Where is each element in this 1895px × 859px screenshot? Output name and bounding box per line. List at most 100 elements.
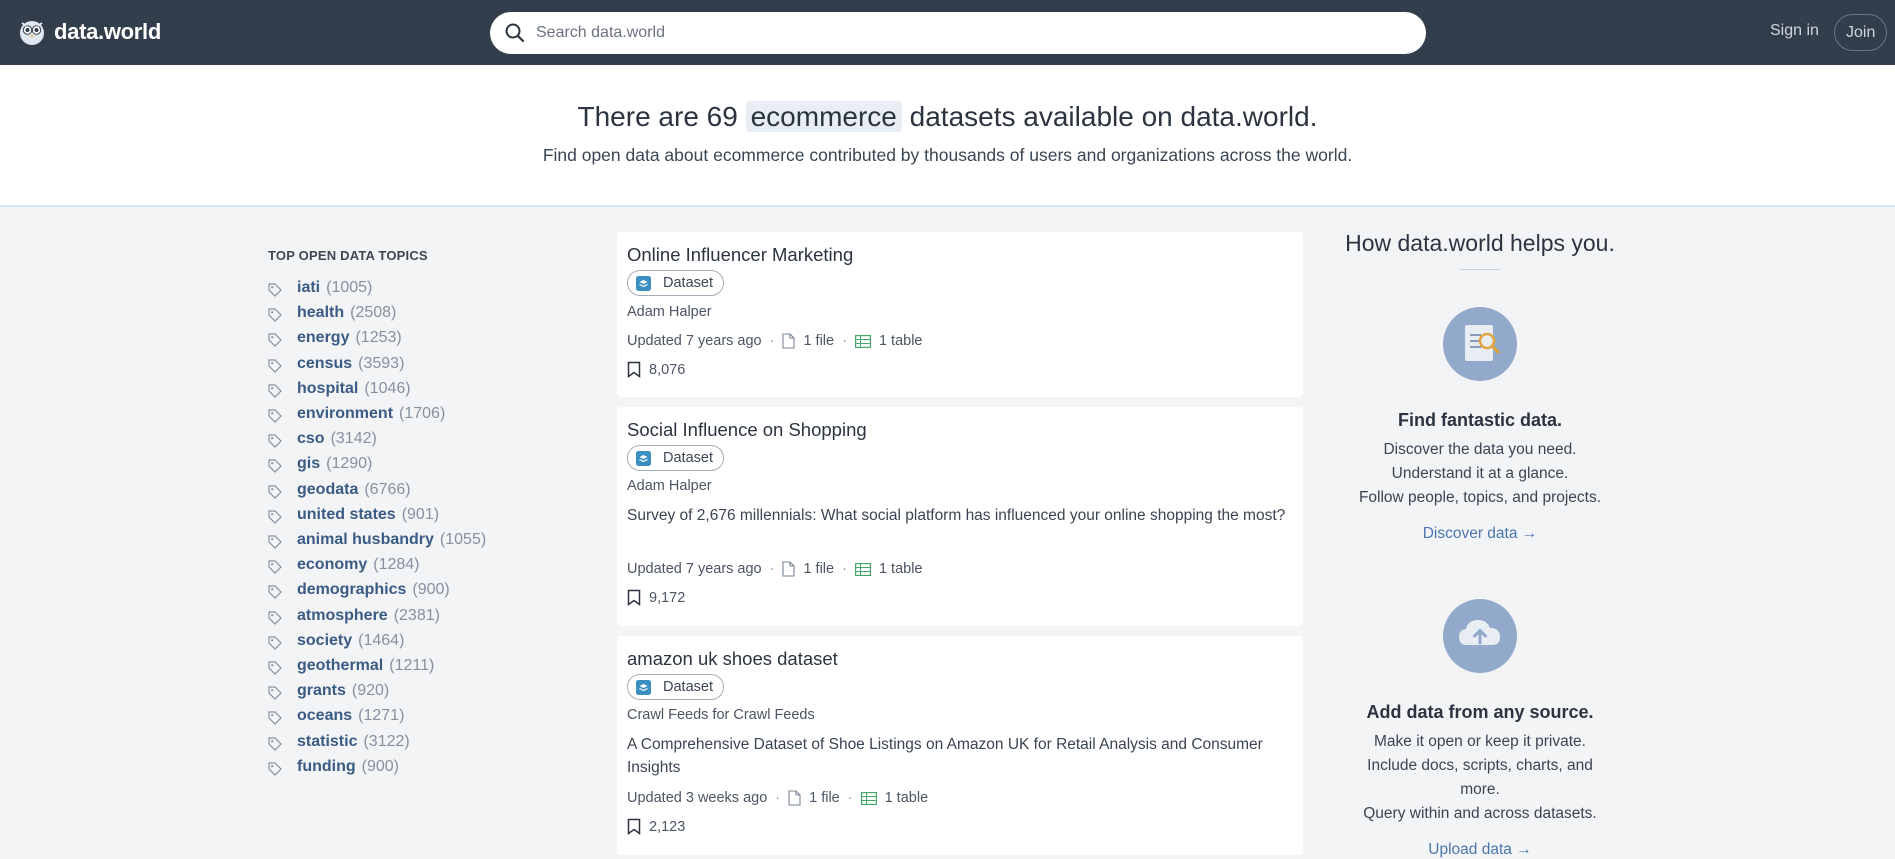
- topic-name[interactable]: funding: [297, 758, 356, 776]
- updated-time: Updated 7 years ago: [627, 561, 762, 577]
- logo[interactable]: data.world: [18, 18, 161, 46]
- dataset-type-badge: Dataset: [627, 445, 724, 471]
- hero-banner: There are 69 ecommerce datasets availabl…: [0, 65, 1895, 207]
- topic-item[interactable]: geodata (6766): [268, 479, 411, 501]
- tag-icon: [268, 636, 282, 650]
- feature-text: Understand it at a glance.: [1391, 465, 1569, 482]
- topic-item[interactable]: economy (1284): [268, 554, 420, 576]
- topic-item[interactable]: grants (920): [268, 680, 389, 702]
- search-bar[interactable]: [490, 12, 1426, 54]
- dataset-owner[interactable]: Adam Halper: [627, 304, 712, 320]
- topic-count: (1005): [326, 279, 373, 296]
- topic-name[interactable]: statistic: [297, 733, 357, 751]
- tag-icon: [268, 409, 282, 423]
- tag-icon: [268, 358, 282, 373]
- dataset-owner[interactable]: Adam Halper: [627, 478, 712, 494]
- topic-name[interactable]: hospital: [297, 380, 358, 398]
- topic-name[interactable]: iati: [297, 279, 320, 297]
- topic-item[interactable]: geothermal (1211): [268, 655, 434, 677]
- topic-item[interactable]: gis (1290): [268, 453, 372, 475]
- feature-title: Add data from any source.: [1366, 702, 1594, 722]
- topic-name[interactable]: cso: [297, 430, 325, 448]
- top-navbar: data.world Sign in Join: [0, 0, 1895, 65]
- topic-count: (2508): [350, 304, 397, 322]
- dataset-title[interactable]: Social Influence on Shopping: [627, 419, 867, 441]
- join-button[interactable]: Join: [1834, 14, 1888, 51]
- topic-item[interactable]: animal husbandry (1055): [268, 529, 486, 551]
- topic-name[interactable]: united states: [297, 506, 396, 524]
- topic-name[interactable]: census: [297, 355, 352, 373]
- tag-icon: [268, 434, 282, 449]
- owl-logo-icon: [20, 21, 44, 45]
- tag-icon: [268, 535, 282, 549]
- bookmark-count[interactable]: 2,123: [627, 818, 685, 835]
- title-prefix: There are 69: [577, 101, 738, 132]
- bookmark-count[interactable]: 8,076: [627, 361, 685, 378]
- sign-in-link[interactable]: Sign in: [1770, 22, 1819, 40]
- topic-item[interactable]: health (2508): [268, 302, 396, 324]
- badge-label: Dataset: [663, 275, 713, 291]
- badge-label: Dataset: [663, 679, 713, 695]
- dataset-title[interactable]: Online Influencer Marketing: [627, 244, 853, 266]
- search-input[interactable]: [536, 24, 1396, 42]
- topic-name[interactable]: demographics: [297, 581, 406, 599]
- tag-icon: [268, 585, 282, 600]
- topic-name[interactable]: health: [297, 304, 344, 322]
- topic-count: (1464): [358, 631, 405, 649]
- topic-name[interactable]: economy: [297, 556, 367, 574]
- search-icon: [505, 23, 525, 43]
- topic-item[interactable]: hospital (1046): [268, 378, 411, 400]
- topic-count: (3122): [363, 732, 410, 750]
- topic-item[interactable]: cso (3142): [268, 428, 377, 450]
- tag-icon: [268, 484, 282, 499]
- topic-name[interactable]: energy: [297, 329, 349, 347]
- search-keyword: ecommerce: [745, 101, 902, 132]
- topic-item[interactable]: environment (1706): [268, 403, 445, 425]
- topic-item[interactable]: census (3593): [268, 353, 404, 375]
- topic-item[interactable]: demographics (900): [268, 579, 450, 601]
- topic-name[interactable]: oceans: [297, 707, 352, 725]
- topic-name[interactable]: society: [297, 632, 352, 650]
- discover-data-link[interactable]: Discover data →: [1330, 525, 1630, 543]
- page-title: There are 69 ecommerce datasets availabl…: [0, 101, 1895, 133]
- topic-count: (1706): [399, 405, 446, 422]
- feature-text: Query within and across datasets.: [1363, 805, 1597, 822]
- topic-item[interactable]: united states (901): [268, 504, 439, 526]
- topic-count: (1253): [355, 329, 402, 347]
- topic-item[interactable]: society (1464): [268, 630, 404, 652]
- topic-item[interactable]: oceans (1271): [268, 705, 404, 727]
- bookmark-value: 8,076: [649, 361, 686, 378]
- file-icon: [782, 561, 796, 577]
- topic-count: (1284): [373, 556, 420, 574]
- dataset-card[interactable]: Social Influence on Shopping Dataset Ada…: [617, 407, 1303, 626]
- topic-count: (1271): [358, 707, 405, 725]
- topic-name[interactable]: environment: [297, 405, 393, 423]
- topic-item[interactable]: funding (900): [268, 756, 399, 778]
- document-search-icon: [1465, 325, 1500, 361]
- topic-name[interactable]: animal husbandry: [297, 531, 434, 549]
- tag-icon: [268, 459, 282, 474]
- dataset-owner[interactable]: Crawl Feeds for Crawl Feeds: [627, 707, 815, 723]
- topic-name[interactable]: gis: [297, 455, 320, 473]
- dataset-meta: Updated 3 weeks ago · 1 file · 1 table: [627, 790, 929, 806]
- topic-item[interactable]: statistic (3122): [268, 731, 410, 753]
- topic-name[interactable]: atmosphere: [297, 607, 388, 625]
- dataset-card[interactable]: Online Influencer Marketing Dataset Adam…: [617, 232, 1303, 397]
- topic-item[interactable]: atmosphere (2381): [268, 605, 440, 627]
- dataset-stack-icon: [636, 450, 651, 466]
- dataset-card[interactable]: amazon uk shoes dataset Dataset Crawl Fe…: [617, 636, 1303, 855]
- topic-name[interactable]: geodata: [297, 481, 358, 499]
- bookmark-icon: [627, 361, 641, 378]
- dataset-title[interactable]: amazon uk shoes dataset: [627, 648, 838, 670]
- file-count: 1 file: [809, 790, 840, 806]
- topic-name[interactable]: grants: [297, 682, 346, 700]
- topic-item[interactable]: iati (1005): [268, 277, 372, 299]
- topic-item[interactable]: energy (1253): [268, 327, 402, 349]
- upload-data-link[interactable]: Upload data →: [1330, 841, 1630, 859]
- tag-icon: [268, 686, 282, 701]
- topic-name[interactable]: geothermal: [297, 657, 383, 675]
- bookmark-count[interactable]: 9,172: [627, 589, 685, 606]
- topic-count: (920): [351, 682, 390, 700]
- topic-count: (1055): [439, 531, 487, 548]
- updated-time: Updated 3 weeks ago: [627, 790, 768, 806]
